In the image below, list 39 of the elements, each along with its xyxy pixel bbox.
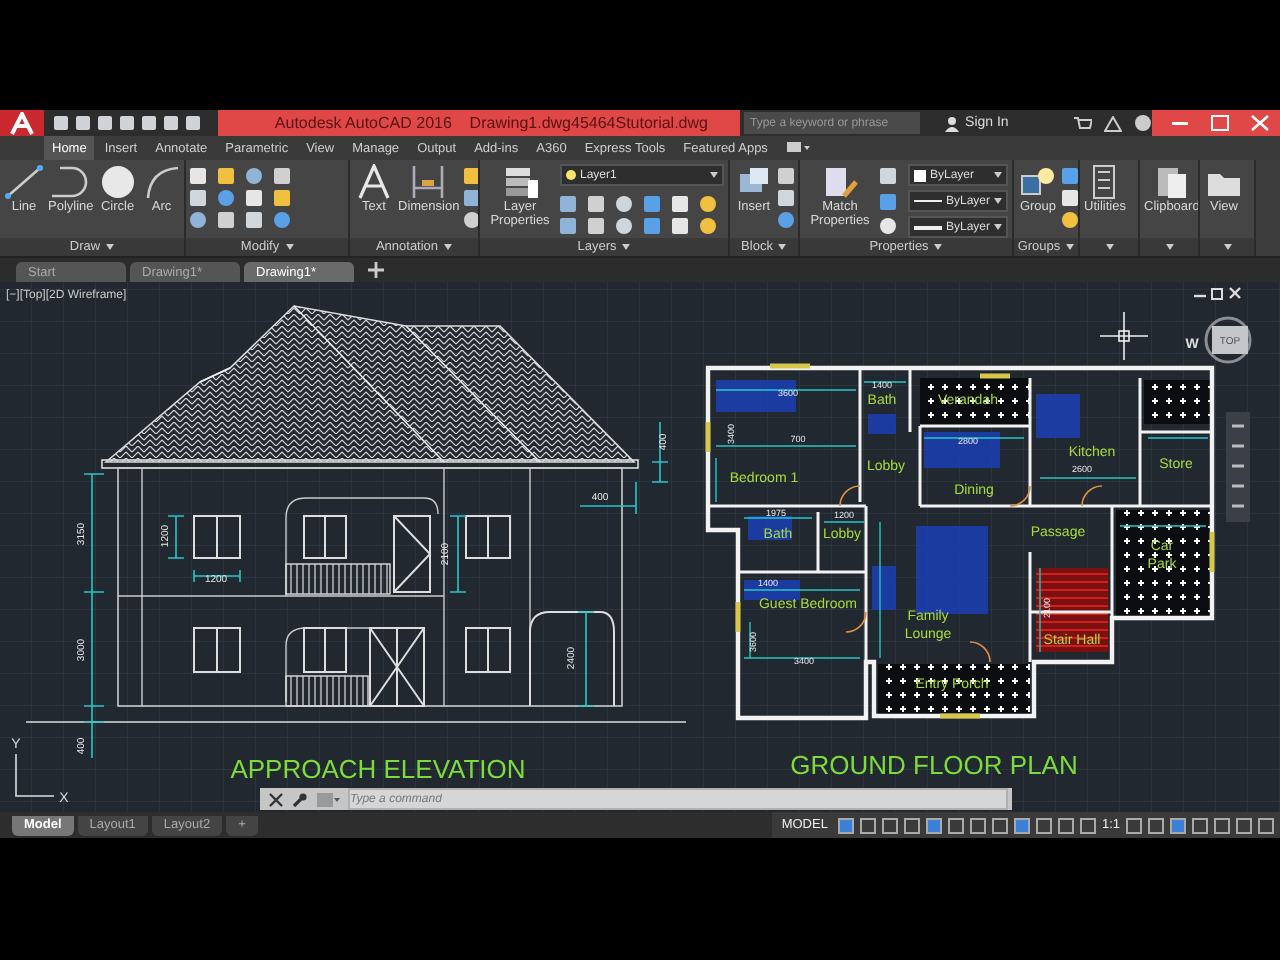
- caret-icon[interactable]: [622, 244, 631, 250]
- cart-icon[interactable]: [1074, 115, 1093, 131]
- plus-icon[interactable]: [366, 260, 386, 280]
- minimize-icon[interactable]: [1194, 294, 1206, 298]
- user-icon: [943, 115, 960, 131]
- compass-ring[interactable]: [1204, 316, 1252, 364]
- panel-toggle-icon[interactable]: [785, 140, 810, 156]
- navigation-bar[interactable]: [1226, 412, 1250, 522]
- circle-tool-icon: [97, 164, 138, 200]
- help-icon[interactable]: [1134, 114, 1153, 132]
- logo-icon: [7, 111, 36, 135]
- crosshair-cursor-icon: [1099, 311, 1149, 361]
- text-tool-icon: [354, 164, 394, 200]
- caret-icon[interactable]: [444, 244, 453, 250]
- prompt-icon[interactable]: [316, 791, 340, 807]
- caret-icon[interactable]: [1105, 244, 1113, 250]
- paintbrush-icon: [820, 164, 860, 200]
- caret-icon[interactable]: [778, 244, 787, 250]
- polyline-tool-icon: [50, 164, 91, 200]
- caret-icon[interactable]: [106, 244, 115, 250]
- dimension-tool-icon: [408, 164, 449, 200]
- ucs-icon: [15, 753, 55, 797]
- line-tool-icon: [4, 164, 44, 200]
- caret-icon[interactable]: [1165, 244, 1173, 250]
- drawing-title: GROUND FLOOR PLAN: [790, 750, 1078, 780]
- triangle-icon[interactable]: [1104, 115, 1123, 131]
- wrench-icon[interactable]: [292, 791, 308, 807]
- caret-icon[interactable]: [934, 244, 943, 250]
- drawing-title: APPROACH ELEVATION: [230, 754, 526, 784]
- window-title: Autodesk AutoCAD 2016 Drawing1.dwg45464Stutorial.dwg: [218, 110, 741, 136]
- group-icon: [1018, 164, 1058, 200]
- restore-icon[interactable]: [1211, 288, 1223, 300]
- close-icon[interactable]: [268, 791, 284, 807]
- caret-icon[interactable]: [1223, 244, 1231, 250]
- layer-stack-icon: [500, 164, 540, 200]
- caret-icon[interactable]: [1066, 244, 1075, 250]
- caret-icon[interactable]: [285, 244, 294, 250]
- arc-tool-icon: [141, 164, 182, 200]
- application-menu-button[interactable]: [0, 110, 44, 136]
